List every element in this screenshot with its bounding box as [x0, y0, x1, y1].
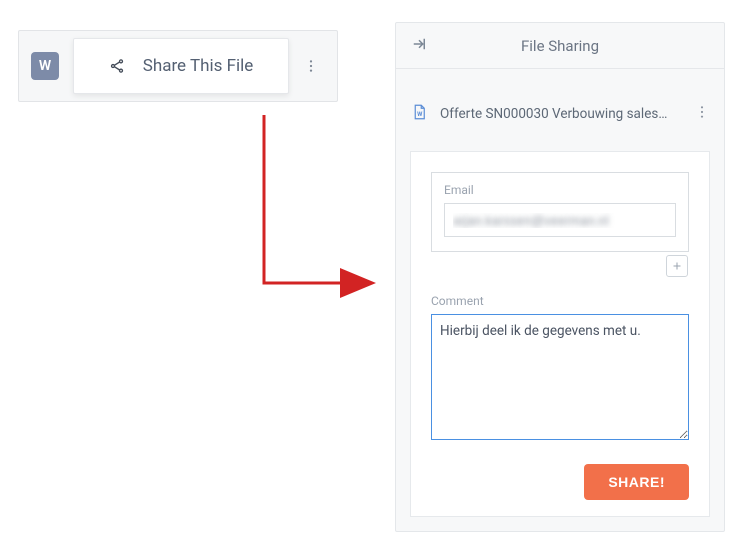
file-more-options-button[interactable] [694, 104, 710, 124]
comment-block: Comment [431, 294, 689, 444]
svg-text:W: W [417, 111, 423, 118]
file-sharing-panel: File Sharing W Offerte SN000030 Verbouwi… [395, 22, 725, 532]
email-field[interactable] [444, 203, 676, 237]
file-row: W Offerte SN000030 Verbouwing sales… [410, 93, 710, 135]
share-this-file-card[interactable]: Share This File [73, 38, 289, 94]
word-doc-badge: W [31, 52, 59, 80]
file-name-label: Offerte SN000030 Verbouwing sales… [440, 106, 694, 122]
email-label: Email [444, 183, 676, 197]
flow-arrow [240, 115, 400, 315]
comment-label: Comment [431, 294, 689, 308]
add-email-button[interactable] [666, 255, 688, 277]
share-this-file-label: Share This File [143, 56, 254, 76]
comment-field[interactable] [431, 314, 689, 440]
share-icon [109, 58, 125, 74]
panel-title: File Sharing [410, 37, 710, 55]
share-form: Email Comment SHARE! [410, 151, 710, 517]
share-button[interactable]: SHARE! [584, 464, 689, 500]
email-block: Email [431, 172, 689, 252]
share-file-widget: W Share This File [18, 30, 338, 102]
word-doc-icon: W [410, 103, 428, 125]
more-options-button[interactable] [297, 52, 325, 80]
panel-header: File Sharing [396, 23, 724, 69]
